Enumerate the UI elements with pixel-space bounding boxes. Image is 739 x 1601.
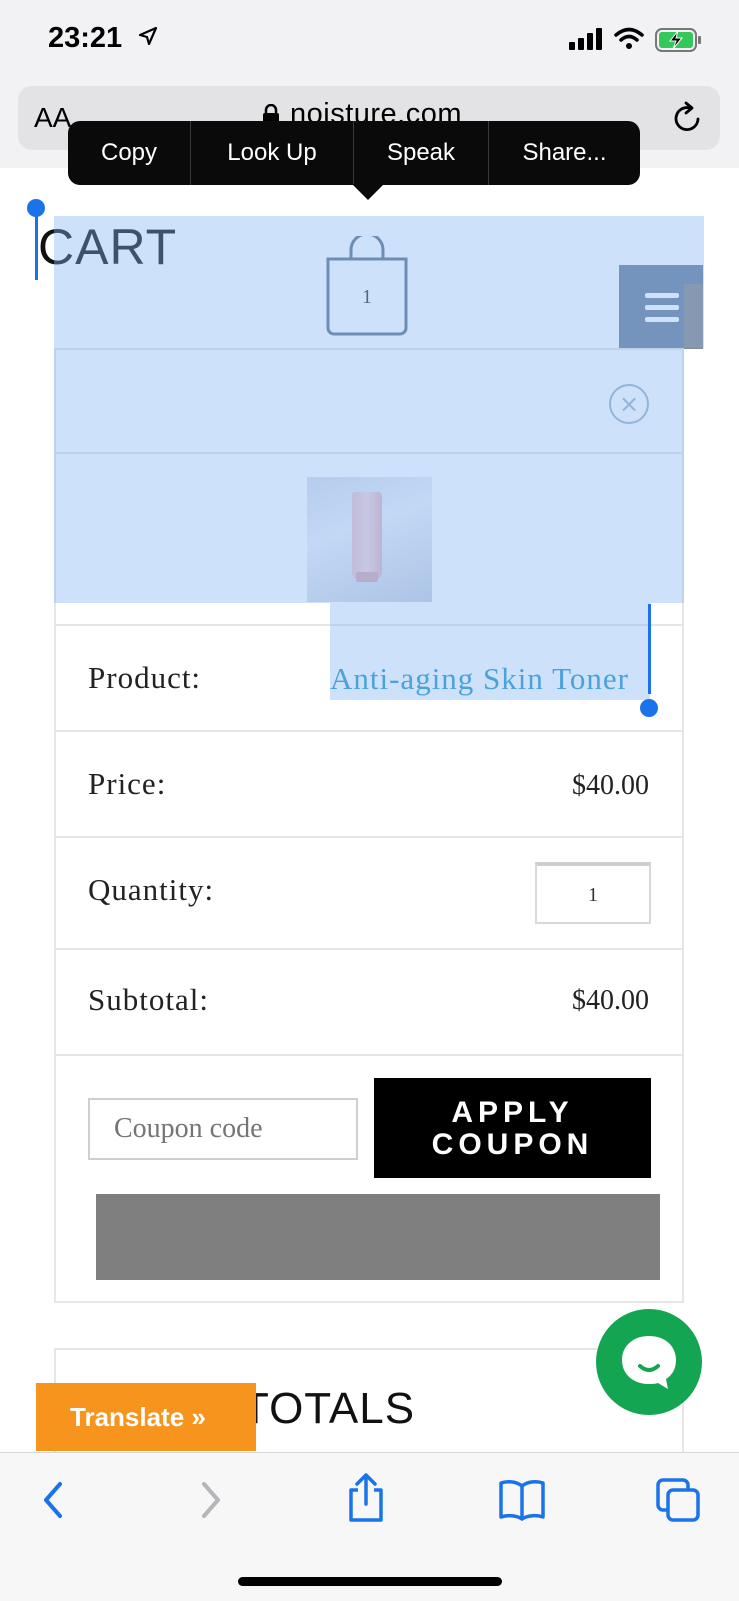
signal-icon: [569, 28, 602, 50]
coupon-code-input[interactable]: [88, 1098, 358, 1160]
look-up-menu-item[interactable]: Look Up: [191, 121, 353, 185]
chat-widget-button[interactable]: [596, 1309, 702, 1415]
row-divider: [54, 1054, 684, 1056]
status-time: 23:21: [48, 22, 123, 54]
battery-charging-icon: [655, 28, 701, 52]
row-divider: [54, 948, 684, 950]
text-selection-highlight: [54, 216, 704, 348]
subtotal-label: Subtotal:: [88, 982, 209, 1017]
forward-icon[interactable]: [196, 1478, 226, 1522]
translate-button[interactable]: Translate »: [36, 1383, 256, 1451]
home-indicator[interactable]: [238, 1577, 502, 1586]
context-menu-pointer: [352, 184, 384, 200]
chat-bubble-icon: [622, 1336, 676, 1389]
apply-coupon-label-line1: APPLY: [451, 1096, 574, 1129]
wifi-icon: [614, 27, 644, 49]
price-value: $40.00: [572, 770, 649, 801]
apply-coupon-button[interactable]: APPLY COUPON: [374, 1078, 651, 1178]
cart-totals-heading: TOTALS: [242, 1384, 416, 1433]
text-selection-highlight: [330, 603, 650, 700]
tabs-icon[interactable]: [656, 1478, 700, 1522]
row-divider: [54, 836, 684, 838]
quantity-input[interactable]: 1: [535, 862, 651, 924]
text-selection-highlight: [54, 348, 684, 603]
back-icon[interactable]: [38, 1478, 68, 1522]
price-label: Price:: [88, 766, 167, 801]
share-menu-item[interactable]: Share...: [489, 121, 640, 185]
reload-icon[interactable]: [673, 100, 703, 134]
selection-start-caret: [35, 212, 38, 280]
text-context-menu: Copy Look Up Speak Share...: [68, 121, 640, 185]
subtotal-value: $40.00: [572, 985, 649, 1016]
text-size-button[interactable]: AA: [34, 102, 71, 134]
speak-menu-item[interactable]: Speak: [354, 121, 488, 185]
location-arrow-icon: [138, 26, 158, 46]
bookmarks-icon[interactable]: [498, 1478, 546, 1522]
row-divider: [54, 730, 684, 732]
product-label: Product:: [88, 660, 202, 695]
selection-end-caret: [648, 604, 651, 694]
apply-coupon-label-line2: COUPON: [431, 1128, 594, 1161]
update-cart-button[interactable]: [96, 1194, 660, 1280]
copy-menu-item[interactable]: Copy: [68, 121, 190, 185]
quantity-label: Quantity:: [88, 872, 215, 907]
share-icon[interactable]: [346, 1472, 386, 1524]
selection-end-handle[interactable]: [640, 699, 658, 717]
